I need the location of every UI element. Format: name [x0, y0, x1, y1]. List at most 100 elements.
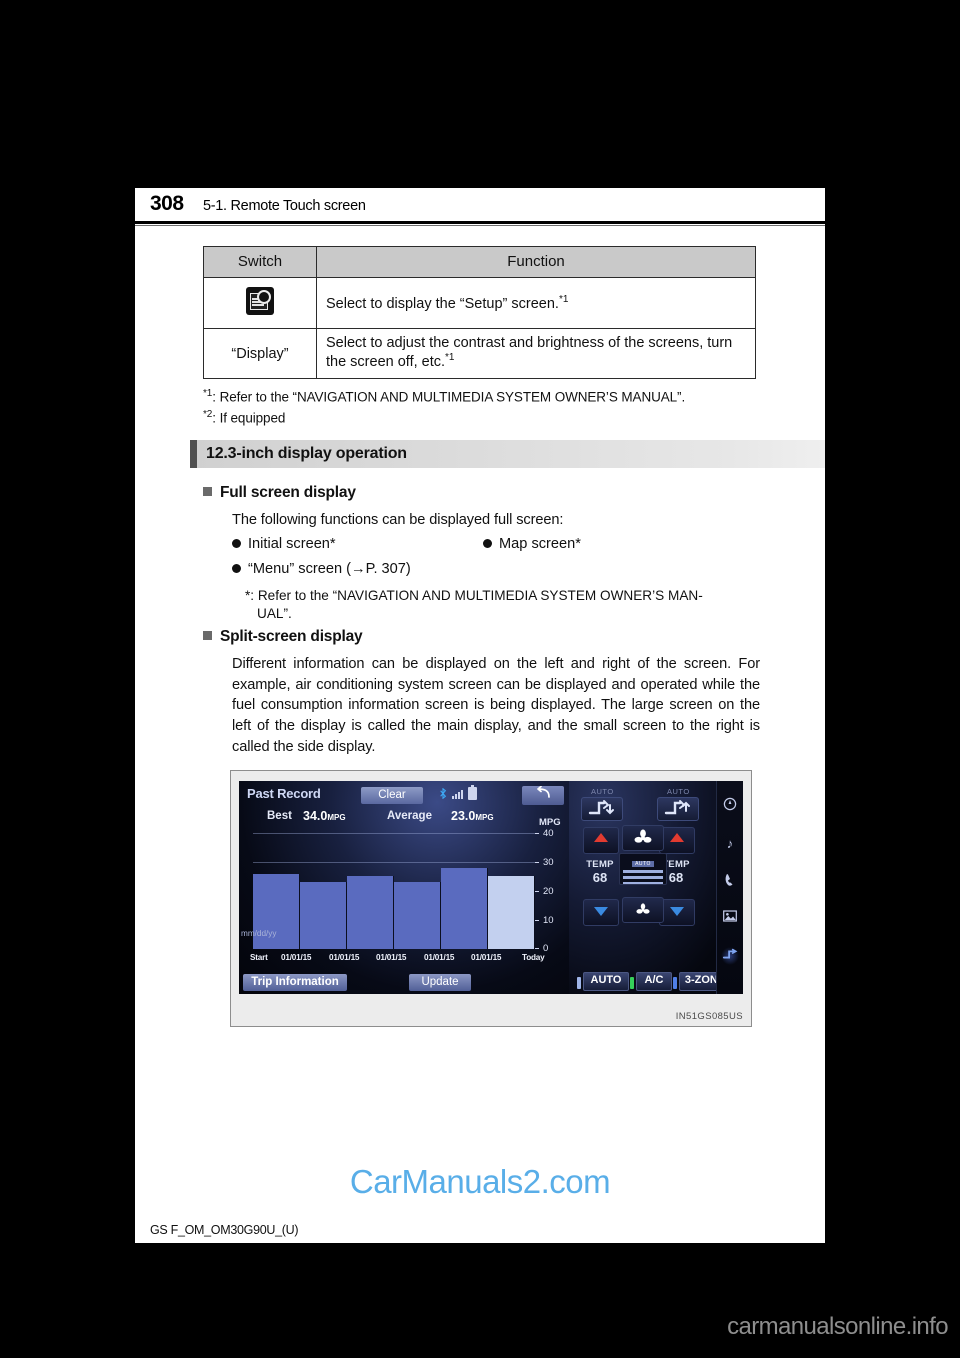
bullet-menu-screen: “Menu” screen (→P. 307) — [232, 561, 411, 577]
header-rule — [135, 221, 825, 224]
full-screen-intro: The following functions can be displayed… — [232, 512, 564, 528]
footnote-1: *1: Refer to the “NAVIGATION AND MULTIME… — [203, 388, 685, 405]
xtick-label-5: 01/01/15 — [471, 953, 502, 962]
header-rule-secondary — [135, 225, 825, 226]
ytick-40 — [535, 833, 539, 834]
heading-text: Full screen display — [220, 484, 356, 501]
full-screen-note-line1: *: Refer to the “NAVIGATION AND MULTIMED… — [245, 588, 703, 603]
chart-bar — [441, 868, 488, 949]
xtick-label-start: Start — [250, 953, 268, 962]
signal-icon — [452, 789, 463, 799]
square-bullet-icon — [203, 487, 212, 496]
side-rail: ♪ — [716, 781, 743, 994]
xtick-label-4: 01/01/15 — [424, 953, 455, 962]
ac-button[interactable]: A/C — [636, 972, 672, 991]
temp-up-button-left[interactable] — [583, 827, 619, 854]
auto-button[interactable]: AUTO — [583, 972, 629, 991]
switch-cell-setup — [203, 277, 317, 329]
chart-bar — [300, 882, 347, 949]
table-header-row: Switch Function — [203, 246, 756, 278]
ytick-label-10: 10 — [543, 915, 554, 926]
main-display: Past Record Clear Best 34.0MPG Average 2… — [239, 781, 569, 994]
footnote-2: *2: If equipped — [203, 409, 285, 426]
clear-button[interactable]: Clear — [361, 787, 423, 804]
footnote-2-mark: *2 — [203, 409, 213, 420]
trip-information-button[interactable]: Trip Information — [243, 974, 347, 991]
past-record-title: Past Record — [247, 786, 321, 801]
page-header: 308 5-1. Remote Touch screen — [135, 188, 825, 226]
xtick-label-3: 01/01/15 — [376, 953, 407, 962]
picture-icon[interactable] — [721, 909, 739, 927]
round-bullet-icon — [232, 564, 241, 573]
fan-icon — [634, 829, 652, 843]
function-text: Select to adjust the contrast and bright… — [326, 335, 733, 370]
arrow-down-icon — [594, 907, 608, 916]
chart-bar-today — [488, 876, 535, 949]
ytick-label-20: 20 — [543, 886, 554, 897]
xtick-label-1: 01/01/15 — [281, 953, 312, 962]
back-button[interactable] — [522, 785, 564, 805]
temp-down-button-left[interactable] — [583, 899, 619, 926]
full-screen-note: *: Refer to the “NAVIGATION AND MULTIMED… — [245, 587, 765, 622]
seat-airflow-icon — [664, 800, 690, 815]
temp-value-left: 68 — [592, 870, 608, 885]
seat-airflow-button-left[interactable] — [581, 797, 623, 821]
function-cell-display: Select to adjust the contrast and bright… — [316, 327, 756, 380]
switch-cell-display: “Display” — [203, 327, 317, 380]
square-bullet-icon — [203, 631, 212, 640]
seat-airflow-button-right[interactable] — [657, 797, 699, 821]
arrow-down-icon — [670, 907, 684, 916]
music-icon[interactable]: ♪ — [721, 835, 739, 853]
footer-code: GS F_OM_OM30G90U_(U) — [150, 1223, 299, 1237]
chart-bar — [347, 876, 394, 949]
section-heading-text: 12.3-inch display operation — [206, 445, 407, 462]
car-display-screen: Past Record Clear Best 34.0MPG Average 2… — [239, 781, 743, 994]
section-title: 5-1. Remote Touch screen — [203, 198, 366, 214]
col-header-switch: Switch — [203, 246, 317, 278]
chart-bar — [394, 882, 441, 949]
arrow-up-icon — [670, 833, 684, 842]
back-arrow-icon — [537, 785, 550, 798]
table-row: “Display” Select to adjust the contrast … — [203, 327, 756, 380]
auto-label-right: AUTO — [667, 787, 690, 796]
chart-ylabel: MPG — [539, 817, 561, 828]
navigation-icon[interactable] — [721, 797, 739, 815]
temp-up-button-right[interactable] — [659, 827, 695, 854]
fuel-consumption-chart: mm/dd/yy — [241, 833, 535, 949]
function-footnote-mark: *1 — [445, 352, 455, 364]
split-screen-paragraph: Different information can be displayed o… — [232, 656, 760, 755]
footnote-1-mark: *1 — [203, 388, 213, 399]
ytick-10 — [535, 920, 539, 921]
setup-screen-icon — [246, 287, 274, 315]
footnote-1-text: : Refer to the “NAVIGATION AND MULTIMEDI… — [212, 389, 686, 405]
fan-speed-up-button[interactable] — [622, 825, 664, 851]
battery-icon — [468, 785, 477, 800]
fan-speed-down-button[interactable] — [622, 897, 664, 923]
function-footnote-mark: *1 — [558, 293, 569, 305]
heading-text: Split-screen display — [220, 628, 363, 645]
switch-function-table: Switch Function Select to display the “S… — [203, 246, 756, 380]
figure-split-screen-example: IN51GS085US Past Record Clear Best 34.0M… — [230, 770, 752, 1027]
round-bullet-icon — [232, 539, 241, 548]
vent-auto-label: AUTO — [632, 861, 654, 867]
bluetooth-icon — [440, 788, 447, 799]
update-button[interactable]: Update — [409, 974, 471, 991]
function-cell-setup: Select to display the “Setup” screen.*1 — [316, 277, 756, 329]
col-header-function: Function — [316, 246, 756, 278]
temp-down-button-right[interactable] — [659, 899, 695, 926]
bullet-text: Initial screen* — [248, 536, 336, 552]
watermark-bottom-right: carmanualsonline.info — [727, 1313, 948, 1340]
section-heading-bar: 12.3-inch display operation — [190, 440, 825, 468]
chart-bars — [253, 833, 535, 949]
phone-icon[interactable] — [721, 873, 739, 891]
climate-icon[interactable] — [721, 947, 739, 965]
ac-indicator-led — [630, 977, 634, 989]
full-screen-note-line2: UAL”. — [257, 605, 292, 621]
arrow-up-icon — [594, 833, 608, 842]
zone-indicator-led — [673, 977, 677, 989]
auto-label-left: AUTO — [591, 787, 614, 796]
bullet-text: Map screen* — [499, 536, 581, 552]
bullet-text[interactable]: “Menu” screen (→P. 307) — [248, 561, 411, 577]
ytick-label-40: 40 — [543, 828, 554, 839]
airflow-mode-display[interactable]: AUTO — [619, 853, 667, 885]
